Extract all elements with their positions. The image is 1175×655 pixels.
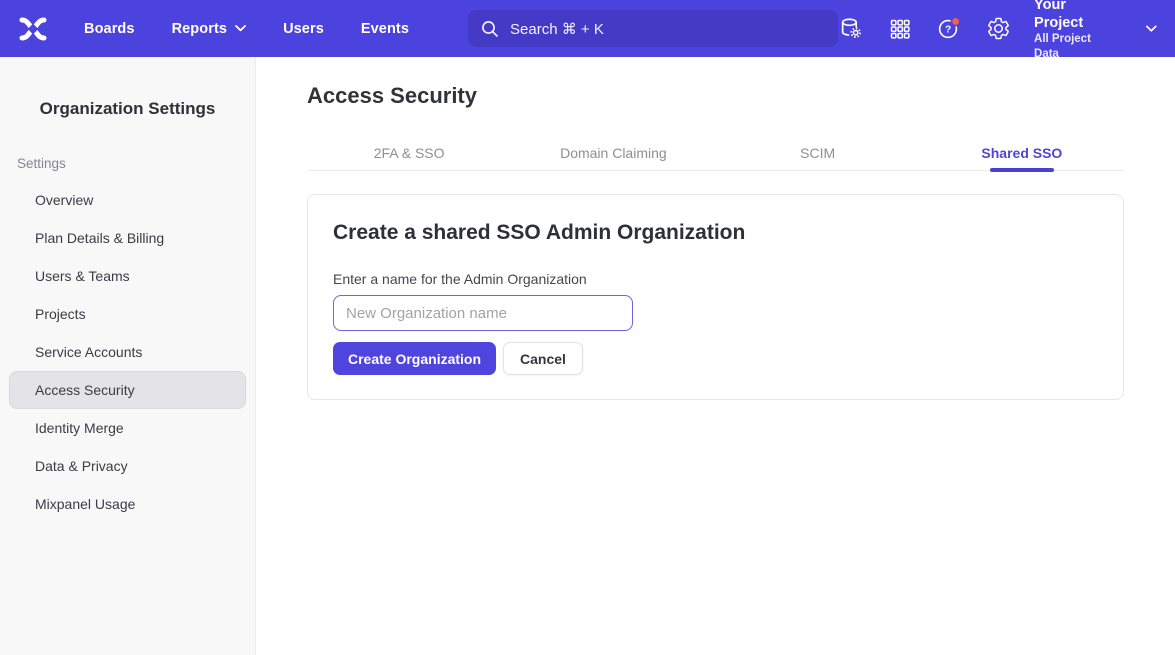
apps-grid-button[interactable] bbox=[887, 16, 913, 42]
card-title: Create a shared SSO Admin Organization bbox=[333, 219, 1098, 247]
help-button[interactable]: ? bbox=[936, 16, 962, 42]
page-body: Organization Settings Settings Overview … bbox=[0, 57, 1175, 655]
nav-item-events[interactable]: Events bbox=[361, 21, 409, 37]
sidebar-item-mixpanel-usage[interactable]: Mixpanel Usage bbox=[0, 485, 255, 523]
card-actions: Create Organization Cancel bbox=[333, 342, 1098, 375]
mixpanel-logo[interactable] bbox=[19, 17, 47, 41]
nav-item-label: Reports bbox=[172, 21, 228, 37]
chevron-down-icon bbox=[235, 25, 246, 32]
sidebar-item-service-accounts[interactable]: Service Accounts bbox=[0, 333, 255, 371]
sidebar-item-identity-merge[interactable]: Identity Merge bbox=[0, 409, 255, 447]
org-settings-sidebar: Organization Settings Settings Overview … bbox=[0, 57, 256, 655]
sidebar-item-data-privacy[interactable]: Data & Privacy bbox=[0, 447, 255, 485]
cancel-button[interactable]: Cancel bbox=[503, 342, 583, 375]
org-name-input[interactable] bbox=[333, 295, 633, 331]
svg-text:?: ? bbox=[945, 24, 951, 35]
sidebar-item-overview[interactable]: Overview bbox=[0, 181, 255, 219]
sidebar-title: Organization Settings bbox=[0, 99, 255, 119]
settings-gear-icon bbox=[986, 16, 1011, 41]
tab-domain-claiming[interactable]: Domain Claiming bbox=[511, 135, 715, 170]
nav-item-reports[interactable]: Reports bbox=[172, 21, 247, 37]
project-name: Your Project bbox=[1034, 0, 1109, 32]
sidebar-item-plan-details-billing[interactable]: Plan Details & Billing bbox=[0, 219, 255, 257]
sidebar-section-label: Settings bbox=[0, 156, 255, 171]
settings-button[interactable] bbox=[985, 16, 1011, 42]
apps-grid-icon bbox=[888, 17, 912, 41]
org-name-label: Enter a name for the Admin Organization bbox=[333, 271, 1098, 287]
tab-scim[interactable]: SCIM bbox=[716, 135, 920, 170]
chevron-down-icon[interactable] bbox=[1146, 25, 1157, 33]
nav-item-boards[interactable]: Boards bbox=[84, 21, 135, 37]
search-icon bbox=[481, 20, 499, 38]
top-nav: Boards Reports Users Events Search ⌘ + K bbox=[0, 0, 1175, 57]
search-placeholder: Search ⌘ + K bbox=[510, 20, 604, 38]
create-shared-sso-card: Create a shared SSO Admin Organization E… bbox=[307, 194, 1124, 400]
create-organization-button[interactable]: Create Organization bbox=[333, 342, 496, 375]
sidebar-item-access-security[interactable]: Access Security bbox=[9, 371, 246, 409]
sidebar-item-projects[interactable]: Projects bbox=[0, 295, 255, 333]
help-icon: ? bbox=[936, 15, 962, 42]
nav-item-users[interactable]: Users bbox=[283, 21, 324, 37]
access-security-tabs: 2FA & SSO Domain Claiming SCIM Shared SS… bbox=[307, 135, 1124, 171]
sidebar-item-users-teams[interactable]: Users & Teams bbox=[0, 257, 255, 295]
mixpanel-logo-icon bbox=[19, 17, 47, 41]
project-switcher[interactable]: Your Project All Project Data bbox=[1034, 0, 1109, 61]
data-management-icon bbox=[839, 16, 864, 41]
nav-item-label: Boards bbox=[84, 21, 135, 37]
tab-shared-sso[interactable]: Shared SSO bbox=[920, 135, 1124, 170]
search-input[interactable]: Search ⌘ + K bbox=[468, 10, 838, 47]
nav-item-label: Events bbox=[361, 21, 409, 37]
notification-dot bbox=[951, 17, 959, 25]
top-nav-actions: ? Your Project All Project Data bbox=[838, 0, 1157, 61]
tab-2fa-sso[interactable]: 2FA & SSO bbox=[307, 135, 511, 170]
main-content: Access Security 2FA & SSO Domain Claimin… bbox=[256, 57, 1175, 655]
sidebar-nav: Overview Plan Details & Billing Users & … bbox=[0, 181, 255, 523]
page-title: Access Security bbox=[307, 83, 1124, 109]
data-management-button[interactable] bbox=[838, 16, 864, 42]
nav-item-label: Users bbox=[283, 21, 324, 37]
